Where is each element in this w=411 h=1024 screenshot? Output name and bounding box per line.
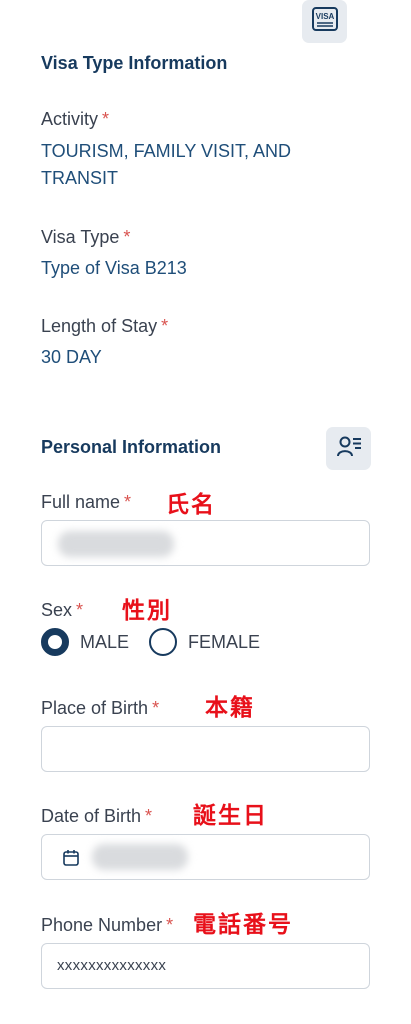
required-marker: * xyxy=(123,227,131,247)
sex-label: Sex * xyxy=(41,600,84,620)
required-marker: * xyxy=(166,915,174,935)
visa-section-title: Visa Type Information xyxy=(41,53,228,73)
sex-female-radio[interactable] xyxy=(149,628,177,656)
phone-number-value: xxxxxxxxxxxxxx xyxy=(57,957,167,974)
place-of-birth-input[interactable] xyxy=(41,726,370,772)
required-marker: * xyxy=(76,600,84,620)
visa-type-label: Visa Type * xyxy=(41,227,131,247)
svg-text:VISA: VISA xyxy=(315,12,334,21)
activity-label: Activity * xyxy=(41,109,110,129)
place-of-birth-label: Place of Birth * xyxy=(41,698,160,718)
phone-number-label: Phone Number * xyxy=(41,915,174,935)
activity-value: TOURISM, FAMILY VISIT, AND TRANSIT xyxy=(41,138,291,192)
date-of-birth-input[interactable] xyxy=(41,834,370,880)
full-name-annotation: 氏名 xyxy=(166,492,216,518)
required-marker: * xyxy=(124,492,132,512)
person-list-icon xyxy=(336,434,362,463)
sex-annotation: 性別 xyxy=(122,598,172,624)
sex-female-label[interactable]: FEMALE xyxy=(188,632,260,653)
redacted-value xyxy=(92,844,188,870)
calendar-icon[interactable] xyxy=(63,849,79,871)
visa-icon-button[interactable]: VISA xyxy=(302,0,347,43)
date-of-birth-annotation: 誕生日 xyxy=(193,803,268,829)
phone-number-input[interactable]: xxxxxxxxxxxxxx xyxy=(41,943,370,989)
length-of-stay-label: Length of Stay * xyxy=(41,316,169,336)
personal-section-title: Personal Information xyxy=(41,437,222,457)
visa-type-value: Type of Visa B213 xyxy=(41,258,187,278)
required-marker: * xyxy=(161,316,169,336)
required-marker: * xyxy=(102,109,110,129)
required-marker: * xyxy=(152,698,160,718)
visa-card-icon: VISA xyxy=(311,7,338,36)
full-name-label: Full name * xyxy=(41,492,132,512)
activity-value-line1: TOURISM, FAMILY VISIT, AND xyxy=(41,141,292,161)
place-of-birth-annotation: 本籍 xyxy=(205,695,255,721)
required-marker: * xyxy=(145,806,153,826)
sex-male-label[interactable]: MALE xyxy=(80,632,129,653)
sex-male-radio[interactable] xyxy=(41,628,69,656)
date-of-birth-label: Date of Birth * xyxy=(41,806,153,826)
length-of-stay-value: 30 DAY xyxy=(41,347,102,367)
redacted-value xyxy=(58,531,174,557)
activity-value-line2: TRANSIT xyxy=(41,168,119,188)
phone-number-annotation: 電話番号 xyxy=(193,912,293,938)
full-name-input[interactable] xyxy=(41,520,370,566)
personal-info-icon-button[interactable] xyxy=(326,427,371,470)
